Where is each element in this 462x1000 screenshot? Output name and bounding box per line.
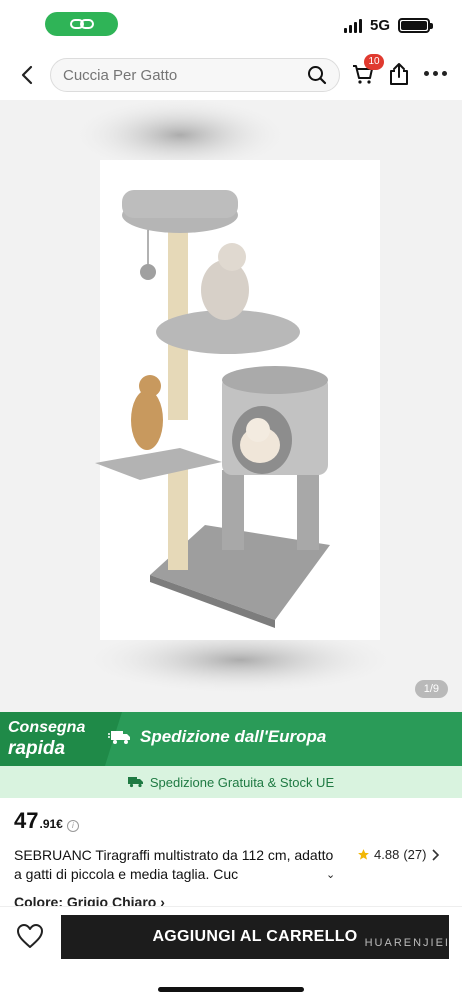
truck-icon	[108, 731, 130, 744]
network-type: 5G	[369, 17, 390, 34]
signal-icon	[343, 18, 362, 33]
info-icon[interactable]: i	[66, 819, 79, 832]
link-icon	[69, 19, 94, 29]
truck-icon	[127, 777, 143, 788]
star-icon	[358, 849, 369, 860]
price-decimal: .91€	[39, 817, 63, 831]
rating[interactable]: 4.88 (27)	[357, 847, 440, 862]
cart-button[interactable]: 10	[351, 54, 384, 88]
battery-icon	[398, 18, 433, 33]
status-bar: 5G	[0, 0, 462, 50]
chevron-down-icon[interactable]: ⌄	[326, 868, 335, 881]
delivery-banner: Consegna rapida Spedizione dall'Europa	[0, 712, 462, 766]
fast-delivery-line1: Consegna	[8, 719, 86, 736]
bottom-action-bar: AGGIUNGI AL CARRELLO HUARENJIEI	[0, 906, 462, 1000]
fast-delivery-line2: rapida	[8, 738, 66, 759]
search-icon	[308, 66, 327, 85]
product-image-gallery[interactable]: 1/9	[0, 100, 462, 712]
share-button[interactable]	[388, 62, 412, 88]
rating-value: 4.88	[374, 847, 400, 862]
shipping-from: Spedizione dall'Europa	[108, 727, 326, 747]
shipping-from-text: Spedizione dall'Europa	[140, 727, 327, 746]
more-button[interactable]	[424, 71, 447, 76]
price: 47 .91€ i	[14, 808, 79, 834]
heart-icon	[17, 924, 43, 948]
review-count: (27)	[403, 847, 427, 862]
price-integer: 47	[14, 808, 39, 833]
search-button[interactable]	[307, 65, 327, 90]
chevron-right-icon	[432, 848, 440, 861]
cart-badge: 10	[364, 54, 384, 70]
chevron-left-icon	[21, 65, 33, 85]
more-icon	[424, 71, 429, 76]
wishlist-button[interactable]	[16, 923, 44, 949]
free-shipping-text: Spedizione Gratuita & Stock UE	[149, 774, 335, 790]
free-shipping-banner: Spedizione Gratuita & Stock UE	[0, 766, 462, 798]
home-indicator[interactable]	[158, 987, 304, 992]
search-input[interactable]	[63, 66, 293, 84]
watermark: HUARENJIEI	[364, 937, 450, 949]
top-nav: 10	[0, 50, 462, 100]
image-counter: 1/9	[414, 680, 448, 698]
share-icon	[390, 63, 408, 85]
product-title[interactable]: SEBRUANC Tiragraffi multistrato da 112 c…	[14, 846, 344, 884]
link-pill[interactable]	[45, 12, 118, 36]
search-box[interactable]	[50, 58, 340, 92]
fast-delivery-label: Consegna rapida	[0, 712, 122, 766]
back-button[interactable]	[14, 62, 40, 88]
cat-tree-image	[70, 100, 400, 695]
